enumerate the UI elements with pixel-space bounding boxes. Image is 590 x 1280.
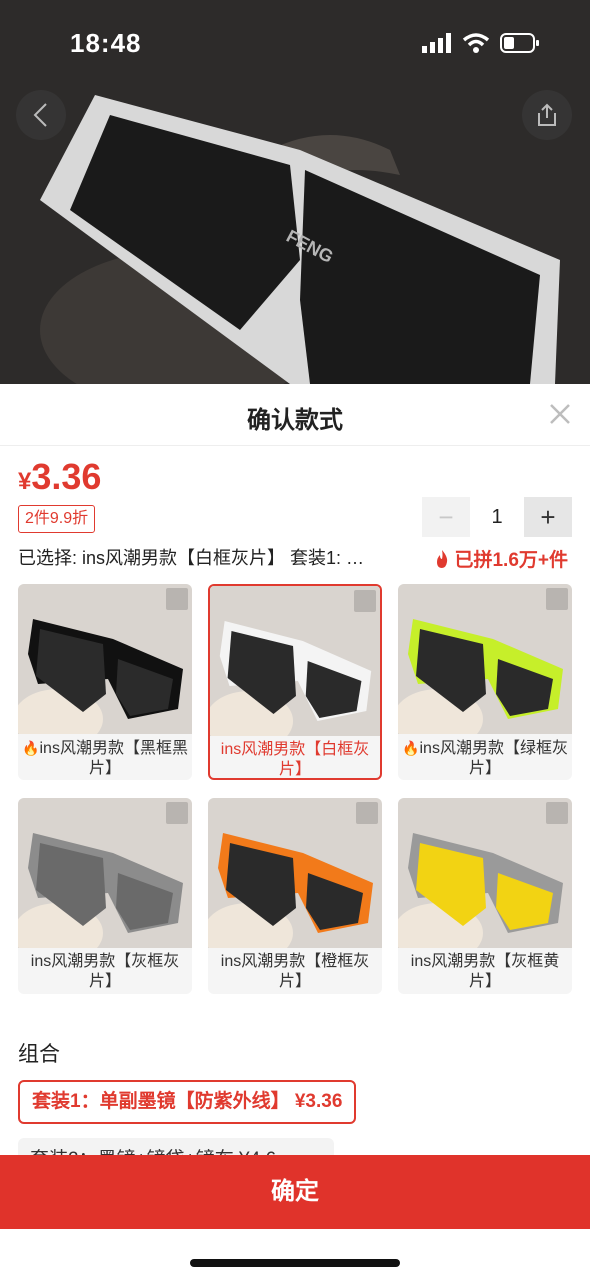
variant-label-text: ins风潮男款【绿框灰片】 <box>419 740 568 777</box>
discount-tag: 2件9.9折 <box>18 505 96 533</box>
share-icon <box>538 103 556 126</box>
variant-label: ins风潮男款【橙框灰片】 <box>212 952 378 992</box>
fire-icon: 🔥 <box>402 740 420 756</box>
variant-card[interactable]: 🔥ins风潮男款【绿框灰片】 <box>398 584 572 780</box>
variant-card[interactable]: ins风潮男款【白框灰片】 <box>208 584 382 780</box>
close-icon[interactable] <box>546 400 574 428</box>
increase-button[interactable]: + <box>524 497 572 537</box>
signal-icon <box>422 33 451 53</box>
variant-label: ins风潮男款【灰框黄片】 <box>402 952 568 992</box>
variant-card[interactable]: ins风潮男款【灰框黄片】 <box>398 798 572 994</box>
product-photo-backdrop: FENG 18:48 <box>0 0 590 384</box>
combo-title: 组合 <box>18 1043 60 1066</box>
expand-icon[interactable] <box>166 802 188 824</box>
status-time: 18:48 <box>70 28 142 58</box>
expand-icon[interactable] <box>166 588 188 610</box>
status-bar: 18:48 <box>0 0 590 88</box>
home-indicator <box>190 1259 400 1267</box>
price-amount: 3.36 <box>31 456 102 497</box>
quantity-value[interactable]: 1 <box>470 506 524 529</box>
sold-count: 已拼1.6万+件 <box>434 545 568 572</box>
confirm-button[interactable]: 确定 <box>0 1155 590 1229</box>
sold-text: 已拼1.6万+件 <box>454 550 568 571</box>
combo-option-1[interactable]: 套装1：单副墨镜【防紫外线】 ¥3.36 <box>18 1080 357 1124</box>
sheet-title: 确认款式 <box>247 407 343 434</box>
variant-label-text: ins风潮男款【灰框黄片】 <box>410 953 560 990</box>
back-button[interactable] <box>16 90 66 140</box>
selected-summary: 已选择: ins风潮男款【白框灰片】 套装1: … <box>18 548 365 568</box>
expand-icon[interactable] <box>546 802 568 824</box>
status-icons <box>422 32 540 54</box>
expand-icon[interactable] <box>354 590 376 612</box>
currency-symbol: ¥ <box>18 468 32 495</box>
variant-card[interactable]: 🔥ins风潮男款【黑框黑片】 <box>18 584 192 780</box>
expand-icon[interactable] <box>356 802 378 824</box>
sheet-header: 确认款式 <box>0 384 590 446</box>
wifi-icon <box>462 33 490 53</box>
variant-label: ins风潮男款【灰框灰片】 <box>22 952 188 992</box>
expand-icon[interactable] <box>546 588 568 610</box>
style-confirm-sheet: 确认款式 ¥3.36 2件9.9折 − 1 + 已选择: ins风潮男款【白框灰… <box>0 384 590 1280</box>
variant-label: 🔥ins风潮男款【黑框黑片】 <box>22 738 188 779</box>
variant-label: 🔥ins风潮男款【绿框灰片】 <box>402 738 568 779</box>
share-button[interactable] <box>522 90 572 140</box>
chevron-left-icon <box>33 103 47 127</box>
fire-icon <box>437 549 448 568</box>
variant-label: ins风潮男款【白框灰片】 <box>214 740 376 778</box>
decrease-button[interactable]: − <box>422 497 470 537</box>
variant-label-text: ins风潮男款【白框灰片】 <box>220 741 370 778</box>
variant-card[interactable]: ins风潮男款【灰框灰片】 <box>18 798 192 994</box>
variant-label-text: ins风潮男款【橙框灰片】 <box>220 953 370 990</box>
variant-label-text: ins风潮男款【灰框灰片】 <box>30 953 180 990</box>
variant-label-text: ins风潮男款【黑框黑片】 <box>39 740 188 777</box>
fire-icon: 🔥 <box>22 740 40 756</box>
price: ¥3.36 <box>18 456 101 498</box>
battery-icon <box>500 33 539 53</box>
variant-card[interactable]: ins风潮男款【橙框灰片】 <box>208 798 382 994</box>
quantity-stepper: − 1 + <box>422 497 572 537</box>
